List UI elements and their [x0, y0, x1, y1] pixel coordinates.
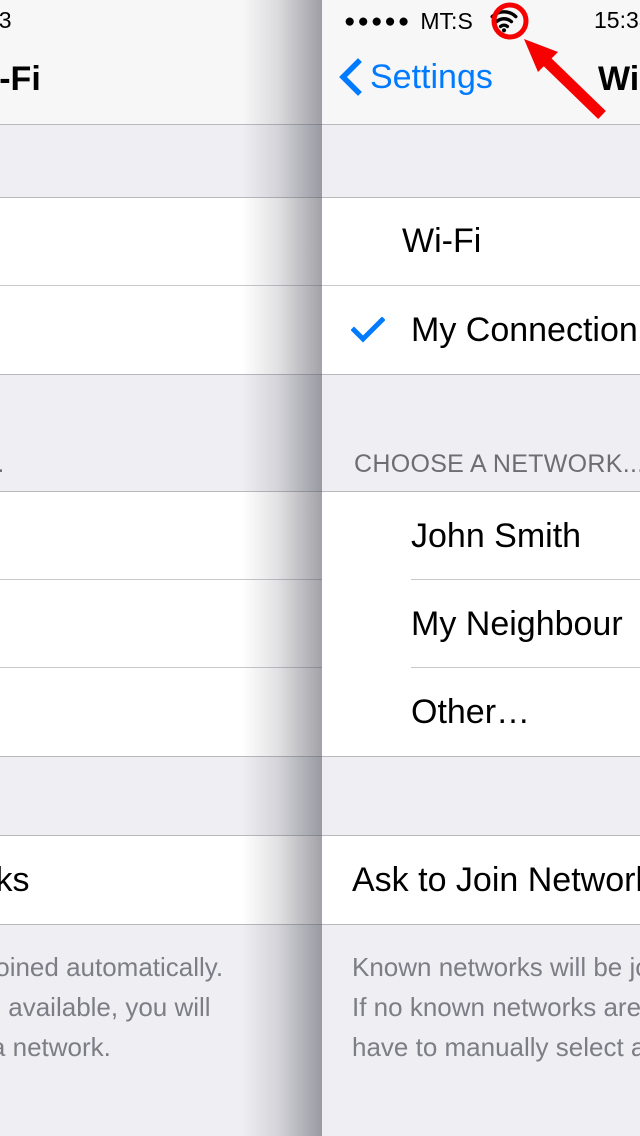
row-my-connection[interactable]: My Connection [322, 286, 640, 374]
footer-line-1: If no known networks are available, you … [352, 992, 640, 1022]
row-wifi-toggle[interactable]: Wi-Fi [0, 198, 322, 286]
footer-line-2: have to manually select a network. [0, 1032, 111, 1062]
comparison-figure: ●●●●● MT:S 15:33 Settings Wi-Fi Wi-Fi [0, 0, 640, 1136]
settings-content-left: Wi-Fi My Connection CHOOSE A NETWORK... … [0, 125, 322, 1136]
navigation-bar-left: Settings Wi-Fi [0, 42, 322, 125]
panel-left: ●●●●● MT:S 15:33 Settings Wi-Fi Wi-Fi [0, 0, 322, 1136]
footer-area: Known networks will be joined automatica… [0, 924, 322, 1124]
lower-spacer [0, 756, 322, 836]
row-label-network-0: John Smith [411, 516, 582, 555]
row-label-ask-to-join: Ask to Join Networks [0, 860, 30, 899]
section-header-choose-a-network: CHOOSE A NETWORK... [354, 450, 640, 478]
status-bar-left: ●●●●● MT:S 15:33 [0, 0, 322, 42]
top-spacer [322, 125, 640, 198]
row-label-network-1: My Neighbour [411, 604, 623, 643]
back-to-settings-button[interactable]: Settings [338, 58, 493, 96]
chevron-left-icon [339, 58, 362, 96]
settings-content-right: Wi-Fi My Connection CHOOSE A NETWORK... … [322, 125, 640, 1136]
panel-right: ●●●●● MT:S 15:33 Settin [322, 0, 640, 1136]
footer-line-0: Known networks will be joined automatica… [0, 952, 224, 982]
list-item[interactable]: Other… [0, 668, 322, 756]
signal-strength-dots-icon: ●●●●● [344, 10, 412, 32]
list-item[interactable]: John Smith [0, 492, 322, 580]
ask-to-join-group: Ask to Join Networks [322, 836, 640, 924]
list-item[interactable]: John Smith [322, 492, 640, 580]
row-label-my-connection: My Connection [411, 310, 638, 349]
wifi-icon [489, 9, 519, 33]
row-label-wifi: Wi-Fi [402, 222, 482, 260]
row-label-network-2: Other… [411, 692, 531, 731]
lower-spacer [322, 756, 640, 836]
network-list-group: John Smith My Neighbour Other… [322, 492, 640, 756]
choose-network-header-area: CHOOSE A NETWORK... [0, 374, 322, 492]
back-button-label: Settings [370, 58, 493, 96]
top-spacer [0, 125, 322, 198]
iphone-wifi-settings-screen-before: ●●●●● MT:S 15:33 Settings Wi-Fi Wi-Fi [0, 0, 322, 1136]
clock-label: 15:33 [0, 7, 12, 33]
list-item[interactable]: Other… [322, 668, 640, 756]
row-ask-to-join-networks[interactable]: Ask to Join Networks [322, 836, 640, 924]
footer-note: Known networks will be joined automatica… [0, 925, 322, 1067]
row-wifi-toggle[interactable]: Wi-Fi [322, 198, 640, 286]
wifi-toggle-group: Wi-Fi My Connection [322, 198, 640, 374]
carrier-label: MT:S [420, 7, 473, 34]
ask-to-join-group: Ask to Join Networks [0, 836, 322, 924]
footer-line-2: have to manually select a network. [352, 1032, 640, 1062]
list-item[interactable]: My Neighbour [0, 580, 322, 668]
footer-area: Known networks will be joined automatica… [322, 924, 640, 1124]
status-bar-right: ●●●●● MT:S 15:33 [322, 0, 640, 42]
section-header-choose-a-network: CHOOSE A NETWORK... [0, 450, 4, 491]
clock-label: 15:33 [594, 7, 640, 33]
choose-network-header-area: CHOOSE A NETWORK... [322, 374, 640, 492]
checkmark-icon [351, 317, 385, 343]
footer-line-1: If no known networks are available, you … [0, 992, 211, 1022]
navigation-bar-right: Settings Wi-Fi [322, 42, 640, 125]
row-ask-to-join-networks[interactable]: Ask to Join Networks [0, 836, 322, 924]
page-title: Wi-Fi [0, 60, 41, 98]
list-item[interactable]: My Neighbour [322, 580, 640, 668]
footer-note: Known networks will be joined automatica… [322, 925, 640, 1067]
page-title: Wi-Fi [598, 60, 640, 98]
row-my-connection[interactable]: My Connection [0, 286, 322, 374]
footer-line-0: Known networks will be joined automatica… [352, 952, 640, 982]
row-label-ask-to-join: Ask to Join Networks [352, 860, 640, 899]
wifi-toggle-group: Wi-Fi My Connection [0, 198, 322, 374]
network-list-group: John Smith My Neighbour Other… [0, 492, 322, 756]
iphone-wifi-settings-screen-after: ●●●●● MT:S 15:33 Settin [322, 0, 640, 1136]
